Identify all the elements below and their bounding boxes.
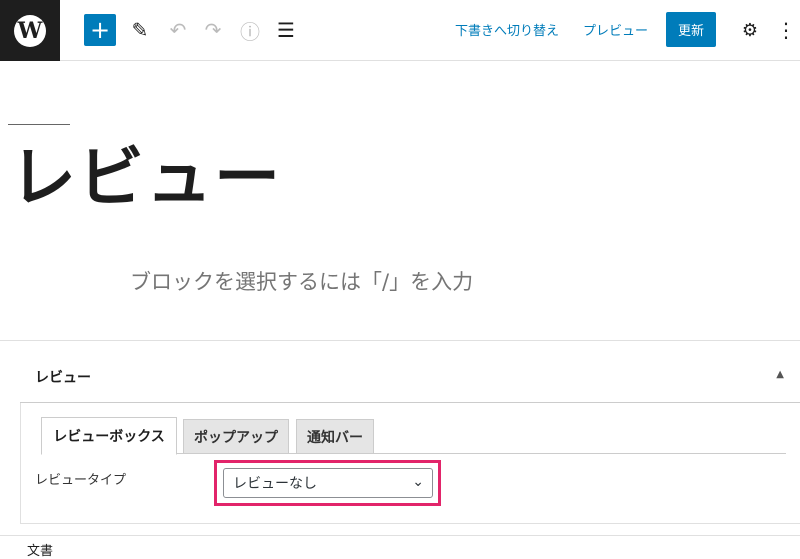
redo-icon[interactable]: ↷ xyxy=(199,14,227,46)
wordpress-logo[interactable]: W xyxy=(0,0,60,61)
metabox-body: レビューボックス ポップアップ 通知バー レビュータイプ レビューなし ⌄ xyxy=(20,403,800,524)
metabox-title: レビュー xyxy=(35,370,91,386)
undo-icon[interactable]: ↶ xyxy=(164,14,192,46)
block-appender-placeholder[interactable]: ブロックを選択するには「/」を入力 xyxy=(130,266,473,296)
tab-notification-bar[interactable]: 通知バー xyxy=(296,419,374,454)
preview-button[interactable]: プレビュー xyxy=(583,20,648,39)
breadcrumb[interactable]: 文書 xyxy=(27,540,53,559)
metabox-header[interactable]: レビュー ▲ xyxy=(20,341,800,403)
tab-popup[interactable]: ポップアップ xyxy=(183,419,289,454)
post-title[interactable]: レビュー xyxy=(10,138,282,218)
more-options-icon[interactable]: ⋮ xyxy=(772,14,800,46)
add-block-button[interactable]: + xyxy=(84,14,116,46)
status-bar: 文書 xyxy=(0,535,800,559)
pencil-icon[interactable]: ✎ xyxy=(126,14,154,46)
review-metabox: レビュー ▲ レビューボックス ポップアップ 通知バー レビュータイプ レビュー… xyxy=(0,340,800,535)
wordpress-icon: W xyxy=(14,14,46,47)
review-type-value: レビューなし xyxy=(233,476,317,492)
review-type-select[interactable]: レビューなし ⌄ xyxy=(223,468,433,498)
settings-gear-icon[interactable]: ⚙ xyxy=(736,14,764,46)
review-type-label: レビュータイプ xyxy=(35,473,127,488)
update-button[interactable]: 更新 xyxy=(666,12,716,47)
metabox-tabs: レビューボックス ポップアップ 通知バー xyxy=(41,417,786,455)
tab-review-box[interactable]: レビューボックス xyxy=(41,417,177,455)
chevron-down-icon: ⌄ xyxy=(412,474,424,490)
editor-toolbar: W + ✎ ↶ ↷ ⓘ ☰ 下書きへ切り替え プレビュー 更新 ⚙ ⋮ xyxy=(0,0,800,61)
switch-to-draft-button[interactable]: 下書きへ切り替え xyxy=(455,20,559,39)
info-icon[interactable]: ⓘ xyxy=(236,14,264,46)
list-view-icon[interactable]: ☰ xyxy=(272,14,300,46)
collapse-caret-icon[interactable]: ▲ xyxy=(776,369,784,380)
title-divider xyxy=(8,124,70,125)
